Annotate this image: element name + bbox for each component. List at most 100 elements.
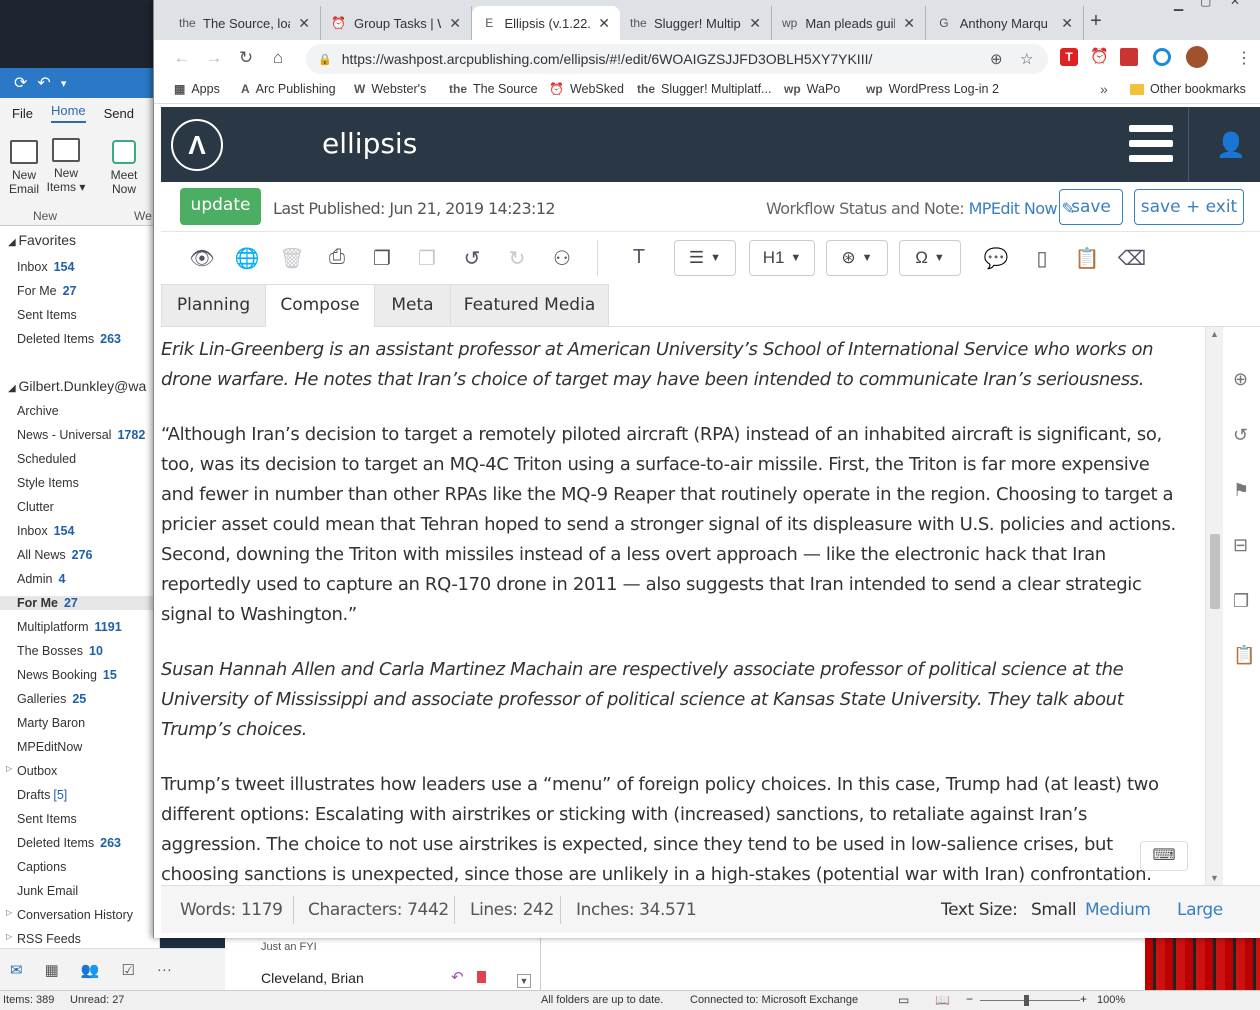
history-icon[interactable]: ↺	[1233, 425, 1248, 446]
mail-folder[interactable]: Style Items	[17, 476, 85, 490]
hamburger-menu-icon[interactable]	[1129, 125, 1173, 163]
tab-meta[interactable]: Meta	[374, 284, 451, 327]
mail-folder[interactable]: Sent Items	[17, 812, 83, 826]
zoom-slider[interactable]	[980, 1000, 1080, 1001]
browser-tab[interactable]: ⏰ Group Tasks | W ✕	[321, 6, 472, 40]
bookmark-item[interactable]: wp WordPress Log-in 2	[866, 82, 999, 96]
mail-icon[interactable]: ✉	[10, 961, 23, 979]
sync-icon[interactable]: ⟳	[14, 73, 27, 93]
maximize-icon[interactable]: ▢	[1200, 0, 1211, 8]
special-chars-dropdown[interactable]: Ω ▼	[899, 240, 961, 276]
redo-icon[interactable]: ↻	[502, 246, 532, 271]
bookmark-item[interactable]: the The Source	[449, 82, 538, 96]
profile-avatar[interactable]	[1186, 46, 1208, 68]
home-icon[interactable]: ⌂	[262, 48, 294, 68]
zoom-out-icon[interactable]: −	[966, 992, 973, 1006]
calendar-icon[interactable]: ▦	[45, 961, 59, 979]
new-tab-button[interactable]: +	[1084, 10, 1108, 34]
close-tab-icon[interactable]: ✕	[749, 15, 761, 32]
browser-tab[interactable]: the The Source, load ✕	[169, 6, 321, 40]
flag-icon[interactable]	[477, 971, 486, 983]
copy-icon[interactable]: ❐	[367, 246, 397, 271]
text-size-medium[interactable]: Medium	[1085, 900, 1151, 920]
save-button[interactable]: save	[1059, 189, 1123, 225]
workflow-value-link[interactable]: MPEdit Now	[969, 199, 1058, 218]
normal-view-icon[interactable]: ▭	[898, 993, 909, 1007]
tab-compose[interactable]: Compose	[265, 284, 375, 327]
expand-icon[interactable]: ▷	[6, 908, 12, 917]
arc-logo[interactable]: Λ	[171, 119, 223, 171]
account-header[interactable]: ◢ Gilbert.Dunkley@wa	[8, 378, 146, 394]
text-size-large[interactable]: Large	[1177, 900, 1223, 920]
browser-tab[interactable]: the Slugger! Multipla ✕	[620, 6, 772, 40]
message-sender[interactable]: Cleveland, Brian	[261, 970, 364, 986]
mail-folder[interactable]: Drafts [5]	[17, 788, 67, 802]
more-icon[interactable]: ···	[157, 961, 172, 978]
scroll-down-icon[interactable]: ▼	[1210, 873, 1219, 883]
mail-folder[interactable]: Marty Baron	[17, 716, 91, 730]
close-tab-icon[interactable]: ✕	[903, 15, 915, 32]
user-icon[interactable]: 👤	[1216, 131, 1246, 160]
mail-folder[interactable]: For Me 27	[0, 596, 160, 610]
bookmark-item[interactable]: ⏰ WebSked	[549, 82, 624, 96]
save-exit-button[interactable]: save + exit	[1134, 189, 1244, 225]
align-dropdown[interactable]: ☰ ▼	[674, 240, 736, 276]
browser-tab[interactable]: wp Man pleads guil ✕	[772, 6, 926, 40]
mail-folder[interactable]: News - Universal 1782	[17, 428, 145, 442]
update-button[interactable]: update	[180, 188, 261, 225]
editor-scrollbar[interactable]: ▲ ▼	[1205, 327, 1223, 885]
scroll-up-icon[interactable]: ▲	[1210, 329, 1219, 339]
print-icon[interactable]: ⎙	[322, 246, 352, 269]
extension-circle-icon[interactable]	[1153, 48, 1171, 66]
ribbon-tab-home[interactable]: Home	[50, 103, 86, 123]
paragraph[interactable]: Susan Hannah Allen and Carla Martinez Ma…	[161, 655, 1205, 745]
browser-tab[interactable]: G Anthony Marqu ✕	[926, 6, 1084, 40]
heading-dropdown[interactable]: H1 ▼	[749, 240, 815, 276]
expand-icon[interactable]: ▷	[6, 764, 12, 773]
paragraph[interactable]: Trump’s tweet illustrates how leaders us…	[161, 770, 1205, 885]
add-circle-icon[interactable]: ⊕	[1233, 369, 1248, 390]
clipboard-icon[interactable]: 📋	[1072, 246, 1102, 271]
text-size-small[interactable]: Small	[1031, 900, 1077, 920]
meet-now-button[interactable]: Meet Now	[106, 140, 142, 196]
new-items-button[interactable]: New Items ▾	[46, 138, 86, 194]
minimize-icon[interactable]: ▁	[1174, 0, 1183, 11]
other-bookmarks[interactable]: Other bookmarks	[1130, 82, 1246, 96]
comment-icon[interactable]: 💬	[981, 246, 1011, 271]
favorite-folder[interactable]: For Me 27	[17, 284, 77, 298]
customize-icon[interactable]: ▾	[61, 77, 67, 90]
favorites-header[interactable]: ◢ Favorites	[8, 232, 76, 248]
paste-disabled-icon[interactable]: ❐	[412, 246, 442, 271]
address-bar[interactable]: 🔒 https://washpost.arcpublishing.com/ell…	[306, 44, 1048, 74]
inbox-icon[interactable]: ⊟	[1233, 535, 1248, 556]
paragraph[interactable]: “Although Iran’s decision to target a re…	[161, 420, 1205, 630]
paragraph[interactable]: Erik Lin-Greenberg is an assistant profe…	[161, 335, 1205, 395]
mail-folder[interactable]: Deleted Items 263	[17, 836, 121, 850]
expand-icon[interactable]: ▷	[6, 932, 12, 941]
close-tab-icon[interactable]: ✕	[298, 15, 310, 32]
browser-tab[interactable]: E Ellipsis (v.1.22.0 ✕	[472, 6, 620, 40]
globe-icon[interactable]: 🌐	[232, 246, 262, 271]
forward-icon[interactable]: →	[198, 48, 230, 68]
extension-t-icon[interactable]: T	[1060, 48, 1078, 66]
tasks-icon[interactable]: ☑	[121, 961, 134, 979]
back-icon[interactable]: ←	[166, 48, 198, 68]
favorite-folder[interactable]: Inbox 154	[17, 260, 74, 274]
keyboard-icon[interactable]: ⌨	[1140, 841, 1188, 871]
close-tab-icon[interactable]: ✕	[598, 15, 610, 32]
bookmark-item[interactable]: W Webster's	[354, 82, 426, 96]
text-format-icon[interactable]: T	[624, 246, 654, 269]
binoculars-icon[interactable]: ⚇	[547, 246, 577, 271]
mail-folder[interactable]: The Bosses 10	[17, 644, 103, 658]
close-tab-icon[interactable]: ✕	[449, 15, 461, 32]
extension-alarm-icon[interactable]: ⏰	[1090, 48, 1109, 66]
preview-eye-icon[interactable]: 👁	[187, 246, 217, 271]
more-bookmarks-icon[interactable]: »	[1100, 81, 1108, 97]
mail-folder[interactable]: MPEditNow	[17, 740, 88, 754]
trash-icon[interactable]: 🗑	[277, 246, 307, 271]
mail-folder[interactable]: ▷ Conversation History	[6, 908, 139, 922]
ribbon-tab-file[interactable]: File	[12, 106, 33, 121]
favorite-folder[interactable]: Deleted Items 263	[17, 332, 121, 346]
bookmark-item[interactable]: A Arc Publishing	[241, 82, 336, 96]
help-dropdown[interactable]: ⊛ ▼	[826, 240, 888, 276]
